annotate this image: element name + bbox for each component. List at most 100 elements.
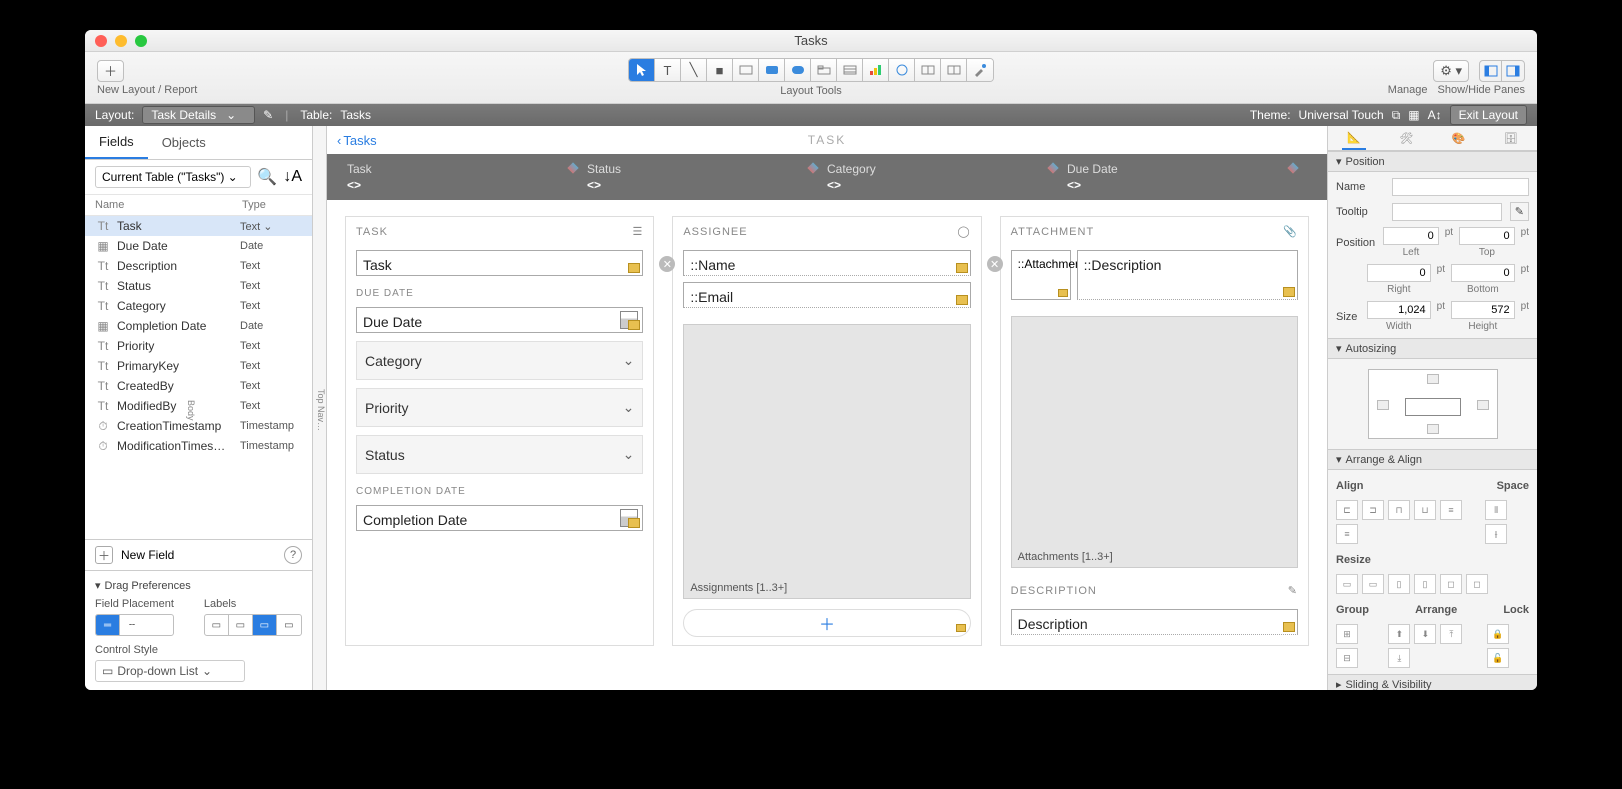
insp-sliding-header[interactable]: Sliding & Visibility: [1346, 679, 1432, 691]
titlebar[interactable]: Tasks: [85, 30, 1537, 52]
chart-tool-button[interactable]: [863, 59, 889, 81]
lock-buttons[interactable]: 🔒🔓: [1487, 624, 1529, 668]
delete-attachment-button[interactable]: ✕: [987, 256, 1003, 272]
description-field[interactable]: Description: [1011, 609, 1298, 635]
header-column[interactable]: Status<>: [587, 162, 827, 192]
insp-left-input[interactable]: [1383, 227, 1439, 245]
part-tool-button[interactable]: [941, 59, 967, 81]
sort-icon[interactable]: ↓A: [283, 168, 302, 186]
priority-field[interactable]: Priority⌄: [356, 388, 643, 427]
edit-icon[interactable]: ✎: [1288, 584, 1298, 597]
field-picker-tool-button[interactable]: [915, 59, 941, 81]
web-viewer-tool-button[interactable]: [889, 59, 915, 81]
list-icon[interactable]: ☰: [632, 225, 643, 238]
control-style-dropdown[interactable]: ▭ Drop-down List ⌄: [95, 660, 245, 682]
insp-position-header[interactable]: Position: [1346, 156, 1385, 168]
attachment-description-field[interactable]: ::Description: [1077, 250, 1298, 300]
text-tool-button[interactable]: T: [655, 59, 681, 81]
zoom-window-button[interactable]: [135, 35, 147, 47]
field-row[interactable]: ⏱CreationTimestampTimestamp: [85, 416, 312, 436]
insp-arrange-header[interactable]: Arrange & Align: [1346, 454, 1422, 466]
insp-right-input[interactable]: [1367, 264, 1431, 282]
field-row[interactable]: TtPrimaryKeyText: [85, 356, 312, 376]
popover-button-tool[interactable]: [785, 59, 811, 81]
part-body[interactable]: Body: [186, 400, 196, 421]
header-column[interactable]: Category<>: [827, 162, 1067, 192]
category-field[interactable]: Category⌄: [356, 341, 643, 380]
new-layout-button[interactable]: ＋: [97, 60, 124, 82]
inspector-tab-data[interactable]: 🗄: [1499, 126, 1523, 150]
line-tool-button[interactable]: ╲: [681, 59, 707, 81]
table-selector[interactable]: Current Table ("Tasks") ⌄: [95, 166, 251, 188]
field-row[interactable]: ⏱ModificationTimes…Timestamp: [85, 436, 312, 456]
insp-name-input[interactable]: [1392, 178, 1529, 196]
layout-canvas-wrap[interactable]: ‹ Tasks TASK Task<>Status<>Category<>Due…: [327, 126, 1327, 690]
touch-icon[interactable]: ▦: [1408, 108, 1419, 122]
minimize-window-button[interactable]: [115, 35, 127, 47]
back-button[interactable]: ‹ Tasks: [337, 133, 377, 148]
assignee-email-field[interactable]: ::Email: [683, 282, 970, 308]
task-field[interactable]: Task: [356, 250, 643, 276]
add-field-button[interactable]: ＋: [95, 546, 113, 564]
field-row[interactable]: ▦Due DateDate: [85, 236, 312, 256]
field-row[interactable]: TtModifiedByText: [85, 396, 312, 416]
field-placement-seg[interactable]: ═╌: [95, 614, 174, 636]
insp-autosizing-header[interactable]: Autosizing: [1346, 343, 1397, 355]
right-pane-toggle[interactable]: [1502, 61, 1524, 81]
field-row[interactable]: TtDescriptionText: [85, 256, 312, 276]
delete-row-button[interactable]: ✕: [659, 256, 675, 272]
inspector-tab-appearance[interactable]: 🎨: [1447, 126, 1471, 150]
assignments-portal[interactable]: Assignments [1..3+]: [683, 324, 970, 599]
attachment-container-field[interactable]: ::Attachment: [1011, 250, 1071, 300]
tooltip-edit-button[interactable]: ✎: [1510, 202, 1529, 221]
status-field[interactable]: Status⌄: [356, 435, 643, 474]
field-row[interactable]: TtStatusText: [85, 276, 312, 296]
manage-button[interactable]: ⚙ ▾: [1433, 60, 1469, 82]
screen-icon[interactable]: ⧉: [1392, 108, 1401, 123]
edit-layout-button[interactable]: ✎: [263, 108, 273, 122]
align-buttons[interactable]: ⊏⊐⊓⊔≡≡: [1336, 500, 1475, 544]
portal-tool-button[interactable]: [837, 59, 863, 81]
field-row[interactable]: ▦Completion DateDate: [85, 316, 312, 336]
field-row[interactable]: TtCategoryText: [85, 296, 312, 316]
tab-fields[interactable]: Fields: [85, 126, 148, 159]
autosizing-control[interactable]: [1368, 369, 1498, 439]
insp-width-input[interactable]: [1367, 301, 1431, 319]
field-row[interactable]: TtPriorityText: [85, 336, 312, 356]
layout-canvas[interactable]: ‹ Tasks TASK Task<>Status<>Category<>Due…: [327, 126, 1327, 690]
exit-layout-button[interactable]: Exit Layout: [1450, 105, 1527, 125]
insp-tooltip-input[interactable]: [1392, 203, 1502, 221]
resize-buttons[interactable]: ▭▭▯▯◻◻: [1336, 574, 1529, 594]
labels-seg[interactable]: ▭▭▭▭: [204, 614, 302, 636]
insp-height-input[interactable]: [1451, 301, 1515, 319]
part-top-nav[interactable]: Top Nav…: [316, 389, 326, 431]
help-icon[interactable]: ?: [284, 546, 302, 564]
insp-top-input[interactable]: [1459, 227, 1515, 245]
completion-date-field[interactable]: Completion Date: [356, 505, 643, 531]
attachments-portal[interactable]: Attachments [1..3+]: [1011, 316, 1298, 568]
insp-bottom-input[interactable]: [1451, 264, 1515, 282]
assignee-name-field[interactable]: ::Name: [683, 250, 970, 276]
field-row[interactable]: TtTaskText ⌄: [85, 216, 312, 236]
inspector-tab-styles[interactable]: 🛠: [1394, 126, 1418, 150]
add-assignee-button[interactable]: ＋: [683, 609, 970, 637]
tab-control-tool-button[interactable]: [811, 59, 837, 81]
format-painter-button[interactable]: [967, 59, 993, 81]
header-column[interactable]: Task<>: [347, 162, 587, 192]
field-row[interactable]: TtCreatedByText: [85, 376, 312, 396]
tab-objects[interactable]: Objects: [148, 126, 220, 159]
inspector-tab-position[interactable]: 📐: [1342, 126, 1366, 150]
search-icon[interactable]: 🔍: [257, 167, 277, 187]
text-ruler-icon[interactable]: A↕: [1428, 108, 1442, 122]
button-tool-button[interactable]: [759, 59, 785, 81]
due-date-field[interactable]: Due Date: [356, 307, 643, 333]
selection-tool-button[interactable]: [629, 59, 655, 81]
group-buttons[interactable]: ⊞⊟: [1336, 624, 1378, 668]
left-pane-toggle[interactable]: [1480, 61, 1502, 81]
header-column[interactable]: Due Date<>: [1067, 162, 1307, 192]
rectangle-tool-button[interactable]: ■: [707, 59, 733, 81]
field-tool-button[interactable]: [733, 59, 759, 81]
arrange-buttons[interactable]: ⬆⬇⤒⤓: [1388, 624, 1476, 668]
close-window-button[interactable]: [95, 35, 107, 47]
space-buttons[interactable]: ⫴⫲: [1485, 500, 1529, 544]
